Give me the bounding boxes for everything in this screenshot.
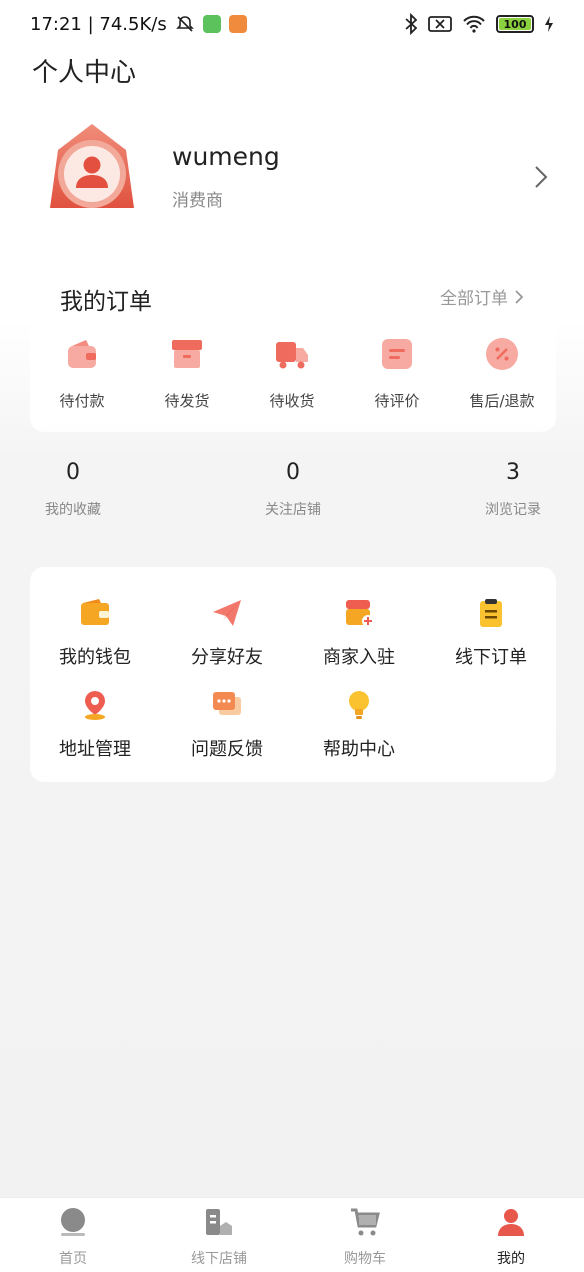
service-label: 分享好友 — [191, 647, 263, 668]
shop-icon — [206, 1209, 232, 1235]
nav-label: 首页 — [59, 1251, 87, 1267]
order-item-pending-review[interactable]: 待评价 — [347, 336, 447, 411]
service-offline-orders[interactable]: 线下订单 — [426, 597, 556, 669]
paper-plane-icon — [213, 600, 241, 626]
truck-icon — [276, 342, 308, 369]
status-left: 17:21 | 74.5K/s — [30, 14, 247, 35]
order-item-pending-receipt[interactable]: 待收货 — [242, 336, 342, 411]
avatar[interactable] — [46, 120, 138, 220]
box-icon — [172, 340, 202, 368]
service-label: 商家入驻 — [323, 647, 395, 668]
android-app-icon — [202, 15, 221, 33]
chevron-right-icon[interactable] — [530, 162, 550, 192]
home-icon — [61, 1208, 85, 1236]
service-share[interactable]: 分享好友 — [162, 597, 292, 669]
nav-label: 我的 — [497, 1251, 525, 1267]
order-item-label: 售后/退款 — [469, 392, 535, 410]
page-title: 个人中心 — [32, 58, 137, 88]
chevron-right-icon — [515, 289, 524, 304]
clipboard-icon — [480, 599, 502, 627]
battery-level: 100 — [503, 17, 527, 31]
service-label: 我的钱包 — [59, 647, 131, 668]
stat-label: 浏览记录 — [485, 502, 541, 518]
stat-browse-history[interactable]: 3 浏览记录 — [453, 460, 573, 519]
all-orders-link[interactable]: 全部订单 — [440, 284, 524, 309]
stat-label: 我的收藏 — [45, 502, 101, 518]
nav-offline-shops[interactable]: 线下店铺 — [159, 1206, 279, 1268]
status-right: 100 — [404, 13, 554, 35]
stat-favorites[interactable]: 0 我的收藏 — [13, 460, 133, 519]
service-label: 帮助中心 — [323, 739, 395, 760]
service-wallet[interactable]: 我的钱包 — [30, 597, 160, 669]
health-app-icon — [228, 15, 247, 33]
order-card: 我的订单 全部订单 待付款 待发货 待收货 待评价 售后/退款 — [30, 264, 556, 432]
order-item-label: 待发货 — [164, 392, 210, 410]
stat-value: 0 — [66, 460, 80, 485]
store-join-icon — [346, 600, 374, 627]
order-item-after-sales[interactable]: 售后/退款 — [452, 336, 552, 411]
sim-x-icon — [428, 16, 452, 32]
user-icon — [498, 1209, 524, 1236]
service-feedback[interactable]: 问题反馈 — [162, 689, 292, 761]
status-bar: 17:21 | 74.5K/s 100 — [0, 0, 584, 48]
order-item-label: 待付款 — [59, 392, 105, 410]
order-item-label: 待评价 — [374, 392, 420, 410]
service-help-center[interactable]: 帮助中心 — [294, 689, 424, 761]
wallet-icon — [68, 340, 96, 368]
location-pin-icon — [85, 691, 105, 720]
service-address[interactable]: 地址管理 — [30, 689, 160, 761]
wallet-icon — [81, 599, 109, 625]
status-time-speed: 17:21 | 74.5K/s — [30, 13, 167, 35]
services-card: 我的钱包 分享好友 商家入驻 线下订单 地址管理 问题反馈 帮助中心 — [30, 567, 556, 782]
wifi-icon — [463, 15, 485, 33]
stats-row: 0 我的收藏 0 关注店铺 3 浏览记录 — [0, 460, 584, 540]
nav-label: 购物车 — [344, 1251, 386, 1267]
service-label: 问题反馈 — [191, 739, 263, 760]
refund-icon — [486, 338, 518, 370]
bell-off-icon — [175, 16, 194, 32]
nav-cart[interactable]: 购物车 — [305, 1206, 425, 1268]
charging-icon — [545, 16, 553, 32]
order-item-label: 待收货 — [269, 392, 315, 410]
comment-icon — [382, 339, 412, 369]
service-label: 线下订单 — [455, 647, 527, 668]
stat-value: 0 — [286, 460, 300, 485]
service-label: 地址管理 — [59, 739, 131, 760]
bluetooth-icon — [405, 13, 418, 35]
bottom-nav: 首页 线下店铺 购物车 我的 — [0, 1197, 584, 1272]
service-merchant-join[interactable]: 商家入驻 — [294, 597, 424, 669]
order-item-pending-payment[interactable]: 待付款 — [32, 336, 132, 411]
chat-icon — [213, 692, 241, 715]
nav-label: 线下店铺 — [191, 1251, 247, 1267]
order-section-title: 我的订单 — [60, 289, 152, 315]
stat-label: 关注店铺 — [265, 502, 321, 518]
stat-value: 3 — [506, 460, 520, 485]
stat-followed-shops[interactable]: 0 关注店铺 — [233, 460, 353, 519]
cart-icon — [351, 1208, 380, 1236]
nav-mine[interactable]: 我的 — [451, 1206, 571, 1268]
lightbulb-icon — [349, 691, 369, 719]
battery-indicator: 100 — [496, 15, 534, 33]
all-orders-label: 全部订单 — [440, 289, 508, 309]
profile-header[interactable]: wumeng 消费商 — [0, 110, 584, 240]
user-role: 消费商 — [172, 191, 223, 211]
order-item-pending-shipment[interactable]: 待发货 — [137, 336, 237, 411]
nav-home[interactable]: 首页 — [13, 1206, 133, 1268]
username: wumeng — [172, 142, 280, 171]
